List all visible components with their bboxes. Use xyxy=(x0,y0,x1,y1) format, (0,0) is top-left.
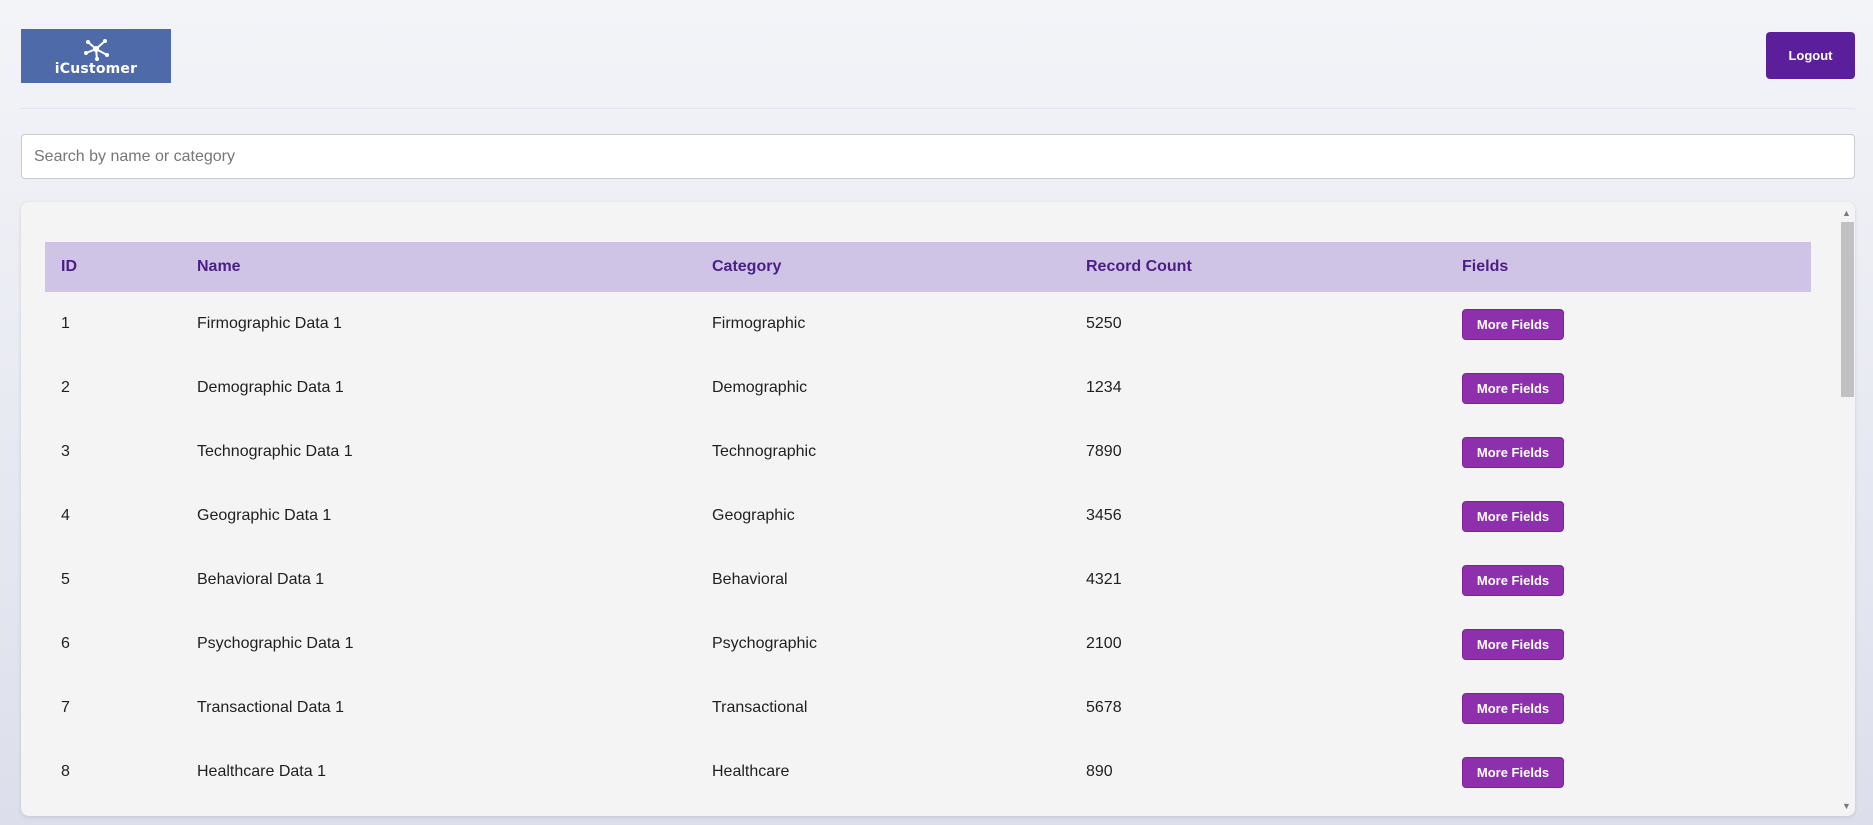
logo-text: iCustomer xyxy=(54,60,138,77)
cell-record-count: 7890 xyxy=(1086,443,1122,460)
cell-category: Technographic xyxy=(712,443,817,460)
cell-record-count: 1234 xyxy=(1086,379,1122,396)
scrollbar-thumb[interactable] xyxy=(1841,222,1854,397)
more-fields-button[interactable]: More Fields xyxy=(1462,564,1564,596)
cell-record-count: 3456 xyxy=(1086,507,1122,524)
cell-id: 7 xyxy=(61,699,70,716)
cell-fields: More Fields xyxy=(1446,356,1811,420)
column-header-fields[interactable]: Fields xyxy=(1446,242,1811,292)
more-fields-button[interactable]: More Fields xyxy=(1462,628,1564,660)
scroll-up-arrow-icon[interactable]: ▲ xyxy=(1838,204,1855,221)
logout-button[interactable]: Logout xyxy=(1766,32,1855,79)
cell-name: Firmographic Data 1 xyxy=(197,315,342,332)
cell-name: Psychographic Data 1 xyxy=(197,635,354,652)
cell-id: 3 xyxy=(61,443,70,460)
cell-fields: More Fields xyxy=(1446,740,1811,804)
cell-name: Healthcare Data 1 xyxy=(197,763,326,780)
cell-category: Demographic xyxy=(712,379,808,396)
cell-id: 1 xyxy=(61,315,70,332)
more-fields-button[interactable]: More Fields xyxy=(1462,436,1564,468)
table-row: 7 Transactional Data 1 Transactional 567… xyxy=(45,676,1811,740)
table-row: 8 Healthcare Data 1 Healthcare 890 More … xyxy=(45,740,1811,804)
header-divider xyxy=(21,108,1855,109)
cell-record-count: 890 xyxy=(1086,763,1113,780)
more-fields-button[interactable]: More Fields xyxy=(1462,756,1564,788)
table-row: 5 Behavioral Data 1 Behavioral 4321 More… xyxy=(45,548,1811,612)
cell-category: Psychographic xyxy=(712,635,817,652)
column-header-id[interactable]: ID xyxy=(45,242,181,292)
table-row: 1 Firmographic Data 1 Firmographic 5250 … xyxy=(45,292,1811,356)
table-header-row: ID Name Category Record Count Fields xyxy=(45,242,1811,292)
cell-name: Demographic Data 1 xyxy=(197,379,344,396)
icustomer-logo-icon xyxy=(84,38,109,61)
scroll-down-arrow-icon[interactable]: ▼ xyxy=(1838,797,1855,814)
cell-fields: More Fields xyxy=(1446,292,1811,356)
column-header-record-count[interactable]: Record Count xyxy=(1070,242,1446,292)
more-fields-button[interactable]: More Fields xyxy=(1462,692,1564,724)
cell-fields: More Fields xyxy=(1446,420,1811,484)
cell-fields: More Fields xyxy=(1446,676,1811,740)
vertical-scrollbar[interactable]: ▲ ▼ xyxy=(1838,202,1855,816)
table-row: 3 Technographic Data 1 Technographic 789… xyxy=(45,420,1811,484)
app-logo[interactable]: iCustomer xyxy=(21,29,171,83)
table-row: 6 Psychographic Data 1 Psychographic 210… xyxy=(45,612,1811,676)
cell-fields: More Fields xyxy=(1446,548,1811,612)
table-container: ID Name Category Record Count Fields 1 F… xyxy=(45,242,1811,804)
column-header-category[interactable]: Category xyxy=(696,242,1070,292)
cell-id: 6 xyxy=(61,635,70,652)
cell-name: Behavioral Data 1 xyxy=(197,571,325,588)
cell-fields: More Fields xyxy=(1446,484,1811,548)
cell-id: 5 xyxy=(61,571,70,588)
cell-record-count: 5678 xyxy=(1086,699,1122,716)
cell-category: Firmographic xyxy=(712,315,806,332)
datasets-table: ID Name Category Record Count Fields 1 F… xyxy=(45,242,1811,804)
more-fields-button[interactable]: More Fields xyxy=(1462,500,1564,532)
top-header: iCustomer Logout xyxy=(21,29,1855,83)
cell-record-count: 2100 xyxy=(1086,635,1122,652)
table-row: 4 Geographic Data 1 Geographic 3456 More… xyxy=(45,484,1811,548)
more-fields-button[interactable]: More Fields xyxy=(1462,308,1564,340)
table-row: 2 Demographic Data 1 Demographic 1234 Mo… xyxy=(45,356,1811,420)
cell-id: 8 xyxy=(61,763,70,780)
cell-category: Geographic xyxy=(712,507,795,524)
more-fields-button[interactable]: More Fields xyxy=(1462,372,1564,404)
cell-name: Technographic Data 1 xyxy=(197,443,353,460)
cell-category: Transactional xyxy=(712,699,808,716)
cell-name: Transactional Data 1 xyxy=(197,699,345,716)
cell-category: Healthcare xyxy=(712,763,790,780)
cell-record-count: 5250 xyxy=(1086,315,1122,332)
search-input[interactable] xyxy=(21,134,1855,179)
data-table-panel: ID Name Category Record Count Fields 1 F… xyxy=(21,202,1855,816)
cell-id: 4 xyxy=(61,507,70,524)
cell-fields: More Fields xyxy=(1446,612,1811,676)
cell-record-count: 4321 xyxy=(1086,571,1122,588)
cell-id: 2 xyxy=(61,379,70,396)
cell-category: Behavioral xyxy=(712,571,788,588)
cell-name: Geographic Data 1 xyxy=(197,507,332,524)
column-header-name[interactable]: Name xyxy=(181,242,696,292)
